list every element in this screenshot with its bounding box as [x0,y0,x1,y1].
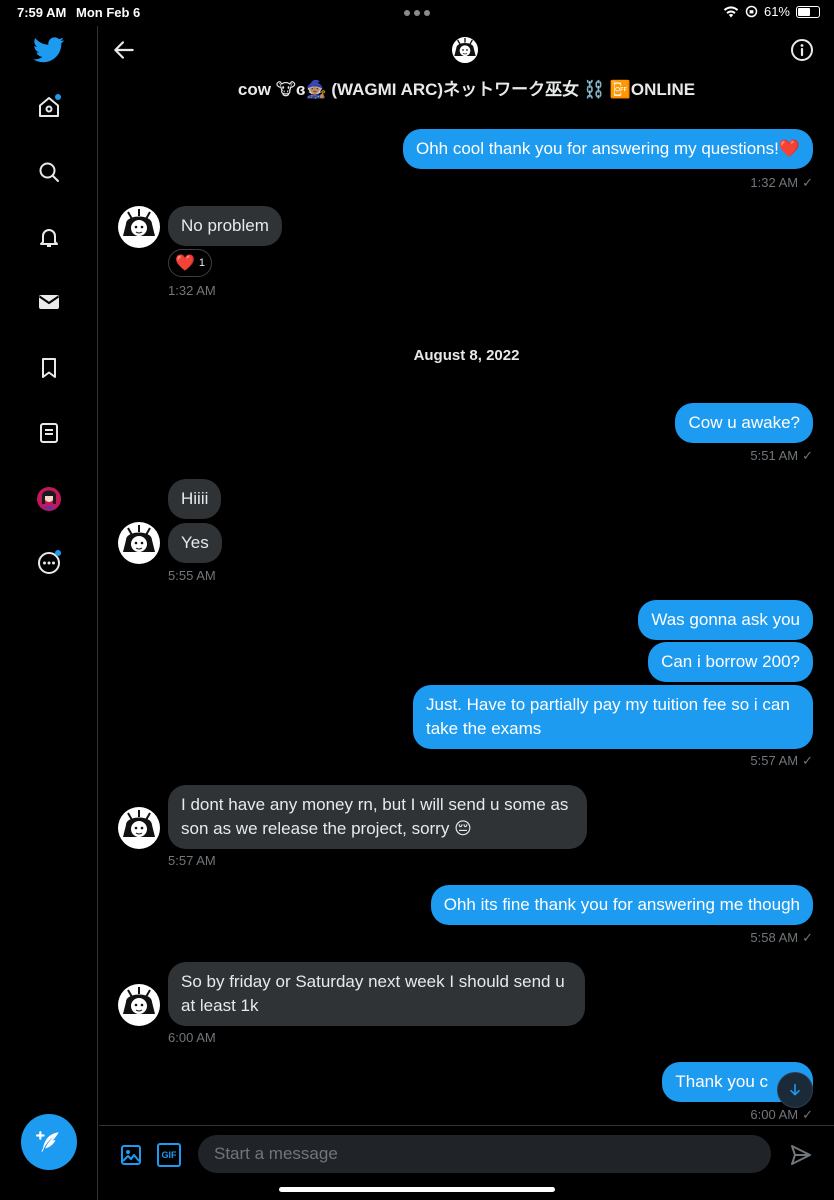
nav-more[interactable] [34,548,64,578]
nav-profile[interactable] [34,484,64,514]
heart-reaction-icon: ❤️ [175,255,195,272]
reaction-count: 1 [198,257,206,269]
profile-avatar [37,487,61,511]
battery-percent: 61% [763,4,790,19]
message-timestamp: 1:32 AM [168,283,216,298]
outgoing-message[interactable]: Can i borrow 200? [648,642,813,682]
bookmark-icon [42,358,56,378]
arrow-left-icon[interactable] [111,37,137,63]
sidebar-nav [0,26,98,1200]
status-time: 7:59 AM [17,5,67,20]
outgoing-message[interactable]: Ohh cool thank you for answering my ques… [402,129,813,169]
lists-icon [40,423,58,443]
outgoing-message[interactable]: Ohh its fine thank you for answering me … [430,885,813,925]
search-icon [39,162,59,182]
incoming-message[interactable]: Yes [168,523,222,563]
reaction-badge[interactable]: ❤️ 1 [168,249,213,277]
conversation-header: cow 🐮ɞ🧙🏽 (WAGMI ARC)ネットワーク巫女 ⛓️ 📴ONLINE [99,26,834,104]
status-date: Mon Feb 6 [76,5,141,20]
home-indicator[interactable] [279,1187,555,1192]
status-bar: 7:59 AM Mon Feb 6 61% [0,0,834,26]
date-divider: August 8, 2022 [413,347,520,364]
conversation-title[interactable]: cow 🐮ɞ🧙🏽 (WAGMI ARC)ネットワーク巫女 ⛓️ 📴ONLINE [99,75,834,100]
read-check-icon: ✓ [802,448,813,463]
message-timestamp: 5:57 AM [168,853,216,868]
incoming-message[interactable]: Hiiii [168,479,222,519]
outgoing-message[interactable]: Was gonna ask you [638,600,813,640]
nav-messages[interactable] [34,287,64,317]
read-check-icon: ✓ [802,753,813,768]
arrow-down-icon [790,1083,800,1096]
nav-notifications[interactable] [34,222,64,252]
mail-icon [38,295,60,309]
contact-avatar[interactable] [118,522,160,564]
battery-icon [796,5,820,18]
message-input[interactable] [198,1135,771,1173]
message-timestamp: 5:55 AM [168,568,216,583]
message-timestamp: 1:32 AM ✓ [750,175,813,190]
message-timestamp: 5:51 AM ✓ [750,448,813,463]
info-icon[interactable] [790,38,814,62]
nav-search[interactable] [34,157,64,187]
contact-avatar[interactable] [451,36,479,64]
scroll-to-bottom-button[interactable] [777,1072,813,1108]
nav-bookmarks[interactable] [34,353,64,383]
nav-lists[interactable] [34,418,64,448]
message-timestamp: 6:00 AM ✓ [750,1107,813,1122]
outgoing-message[interactable]: Cow u awake? [675,403,813,443]
send-icon[interactable] [789,1143,813,1167]
contact-avatar[interactable] [118,807,160,849]
contact-avatar[interactable] [118,984,160,1026]
bell-icon [40,229,58,247]
outgoing-message[interactable]: Just. Have to partially pay my tuition f… [413,685,813,749]
incoming-message[interactable]: So by friday or Saturday next week I sho… [168,962,585,1026]
compose-tweet-button[interactable] [21,1114,77,1170]
gif-icon[interactable]: GIF [157,1143,181,1167]
read-check-icon: ✓ [802,930,813,945]
image-icon[interactable] [119,1143,143,1167]
multitasking-dots-icon[interactable] [404,10,430,16]
read-check-icon: ✓ [802,1107,813,1122]
incoming-message[interactable]: No problem [168,206,282,246]
incoming-message[interactable]: I dont have any money rn, but I will sen… [168,785,587,849]
orientation-lock-icon [745,5,758,18]
read-check-icon: ✓ [802,175,813,190]
wifi-icon [723,5,739,17]
feather-plus-icon [36,1131,59,1152]
notification-dot [55,94,61,100]
notification-dot [55,550,61,556]
message-timestamp: 5:57 AM ✓ [750,753,813,768]
message-timestamp: 6:00 AM [168,1030,216,1045]
message-timestamp: 5:58 AM ✓ [750,930,813,945]
contact-avatar[interactable] [118,206,160,248]
nav-home[interactable] [34,92,64,122]
twitter-logo-icon[interactable] [33,37,65,63]
